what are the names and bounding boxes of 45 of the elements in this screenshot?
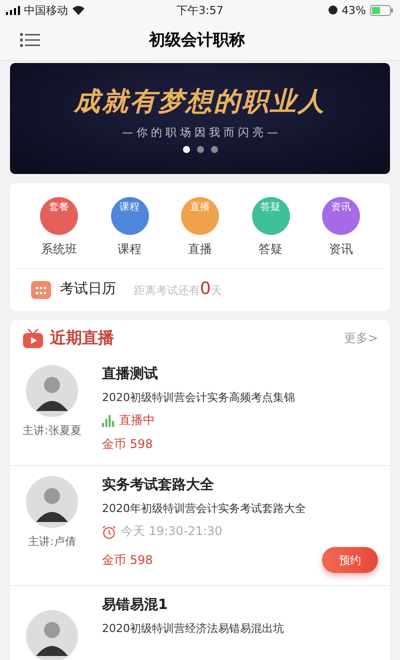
- alarm-icon: [328, 5, 338, 15]
- calendar-icon: [30, 278, 52, 300]
- lesson-title[interactable]: 实务考试套路大全: [102, 476, 378, 494]
- banner-tagline: — 你 的 职 场 因 我 而 闪 亮 —: [122, 125, 278, 140]
- lesson-subtitle: 2020初级特训营会计实务高频考点集锦: [102, 390, 296, 405]
- price-coins: 金币 598: [102, 436, 153, 453]
- lesson-subtitle: 2020初级特训营经济法易错易混出坑: [102, 621, 285, 636]
- schedule-time: 今天 19:30-21:30: [121, 523, 222, 540]
- teacher-name: 主讲:张夏夏: [22, 423, 82, 438]
- category-icon[interactable]: 资讯: [322, 197, 360, 235]
- promo-banner[interactable]: 成就有梦想的职业人 — 你 的 职 场 因 我 而 闪 亮 —: [10, 63, 390, 174]
- avatar-silhouette: [26, 610, 78, 660]
- category-label[interactable]: 直播: [188, 241, 212, 258]
- lesson-title[interactable]: 易错易混1: [102, 596, 378, 614]
- clock-time: 下午3:57: [176, 2, 224, 18]
- lesson-title[interactable]: 直播测试: [102, 365, 378, 383]
- exam-countdown: 距离考试还有0天: [134, 279, 222, 299]
- alarm-clock-icon: [102, 524, 116, 538]
- category-icon[interactable]: 课程: [110, 197, 148, 235]
- category-label[interactable]: 资讯: [329, 241, 353, 258]
- calendar-title[interactable]: 考试日历: [60, 280, 116, 298]
- page-title: 初级会计职称: [148, 30, 246, 50]
- menu-icon[interactable]: [20, 33, 40, 47]
- avatar-silhouette: [26, 365, 78, 417]
- tv-play-icon: [22, 328, 44, 348]
- lesson-subtitle: 2020年初级特训营会计实务考试套路大全: [102, 501, 307, 516]
- live-status: 直播中: [119, 412, 155, 429]
- teacher-name: 主讲:卢倩: [28, 534, 76, 549]
- section-title: 近期直播: [50, 328, 115, 349]
- category-label[interactable]: 答疑: [258, 241, 282, 258]
- carousel-dot[interactable]: [182, 146, 190, 153]
- battery-percent: 43%: [342, 4, 366, 16]
- price-coins: 金币 598: [102, 552, 153, 568]
- signal-bars-icon: [102, 414, 114, 426]
- signal-icon: [6, 6, 20, 14]
- avatar-silhouette: [26, 476, 78, 528]
- battery-icon: [370, 4, 394, 16]
- category-label[interactable]: 课程: [118, 241, 142, 258]
- reserve-button[interactable]: 预约: [322, 547, 378, 573]
- carousel-dot[interactable]: [196, 146, 204, 153]
- carousel-dot[interactable]: [210, 146, 218, 153]
- carrier-name: 中国移动: [24, 2, 68, 18]
- category-label[interactable]: 系统班: [41, 241, 77, 258]
- banner-headline: 成就有梦想的职业人: [74, 86, 326, 119]
- wifi-icon: [72, 5, 85, 15]
